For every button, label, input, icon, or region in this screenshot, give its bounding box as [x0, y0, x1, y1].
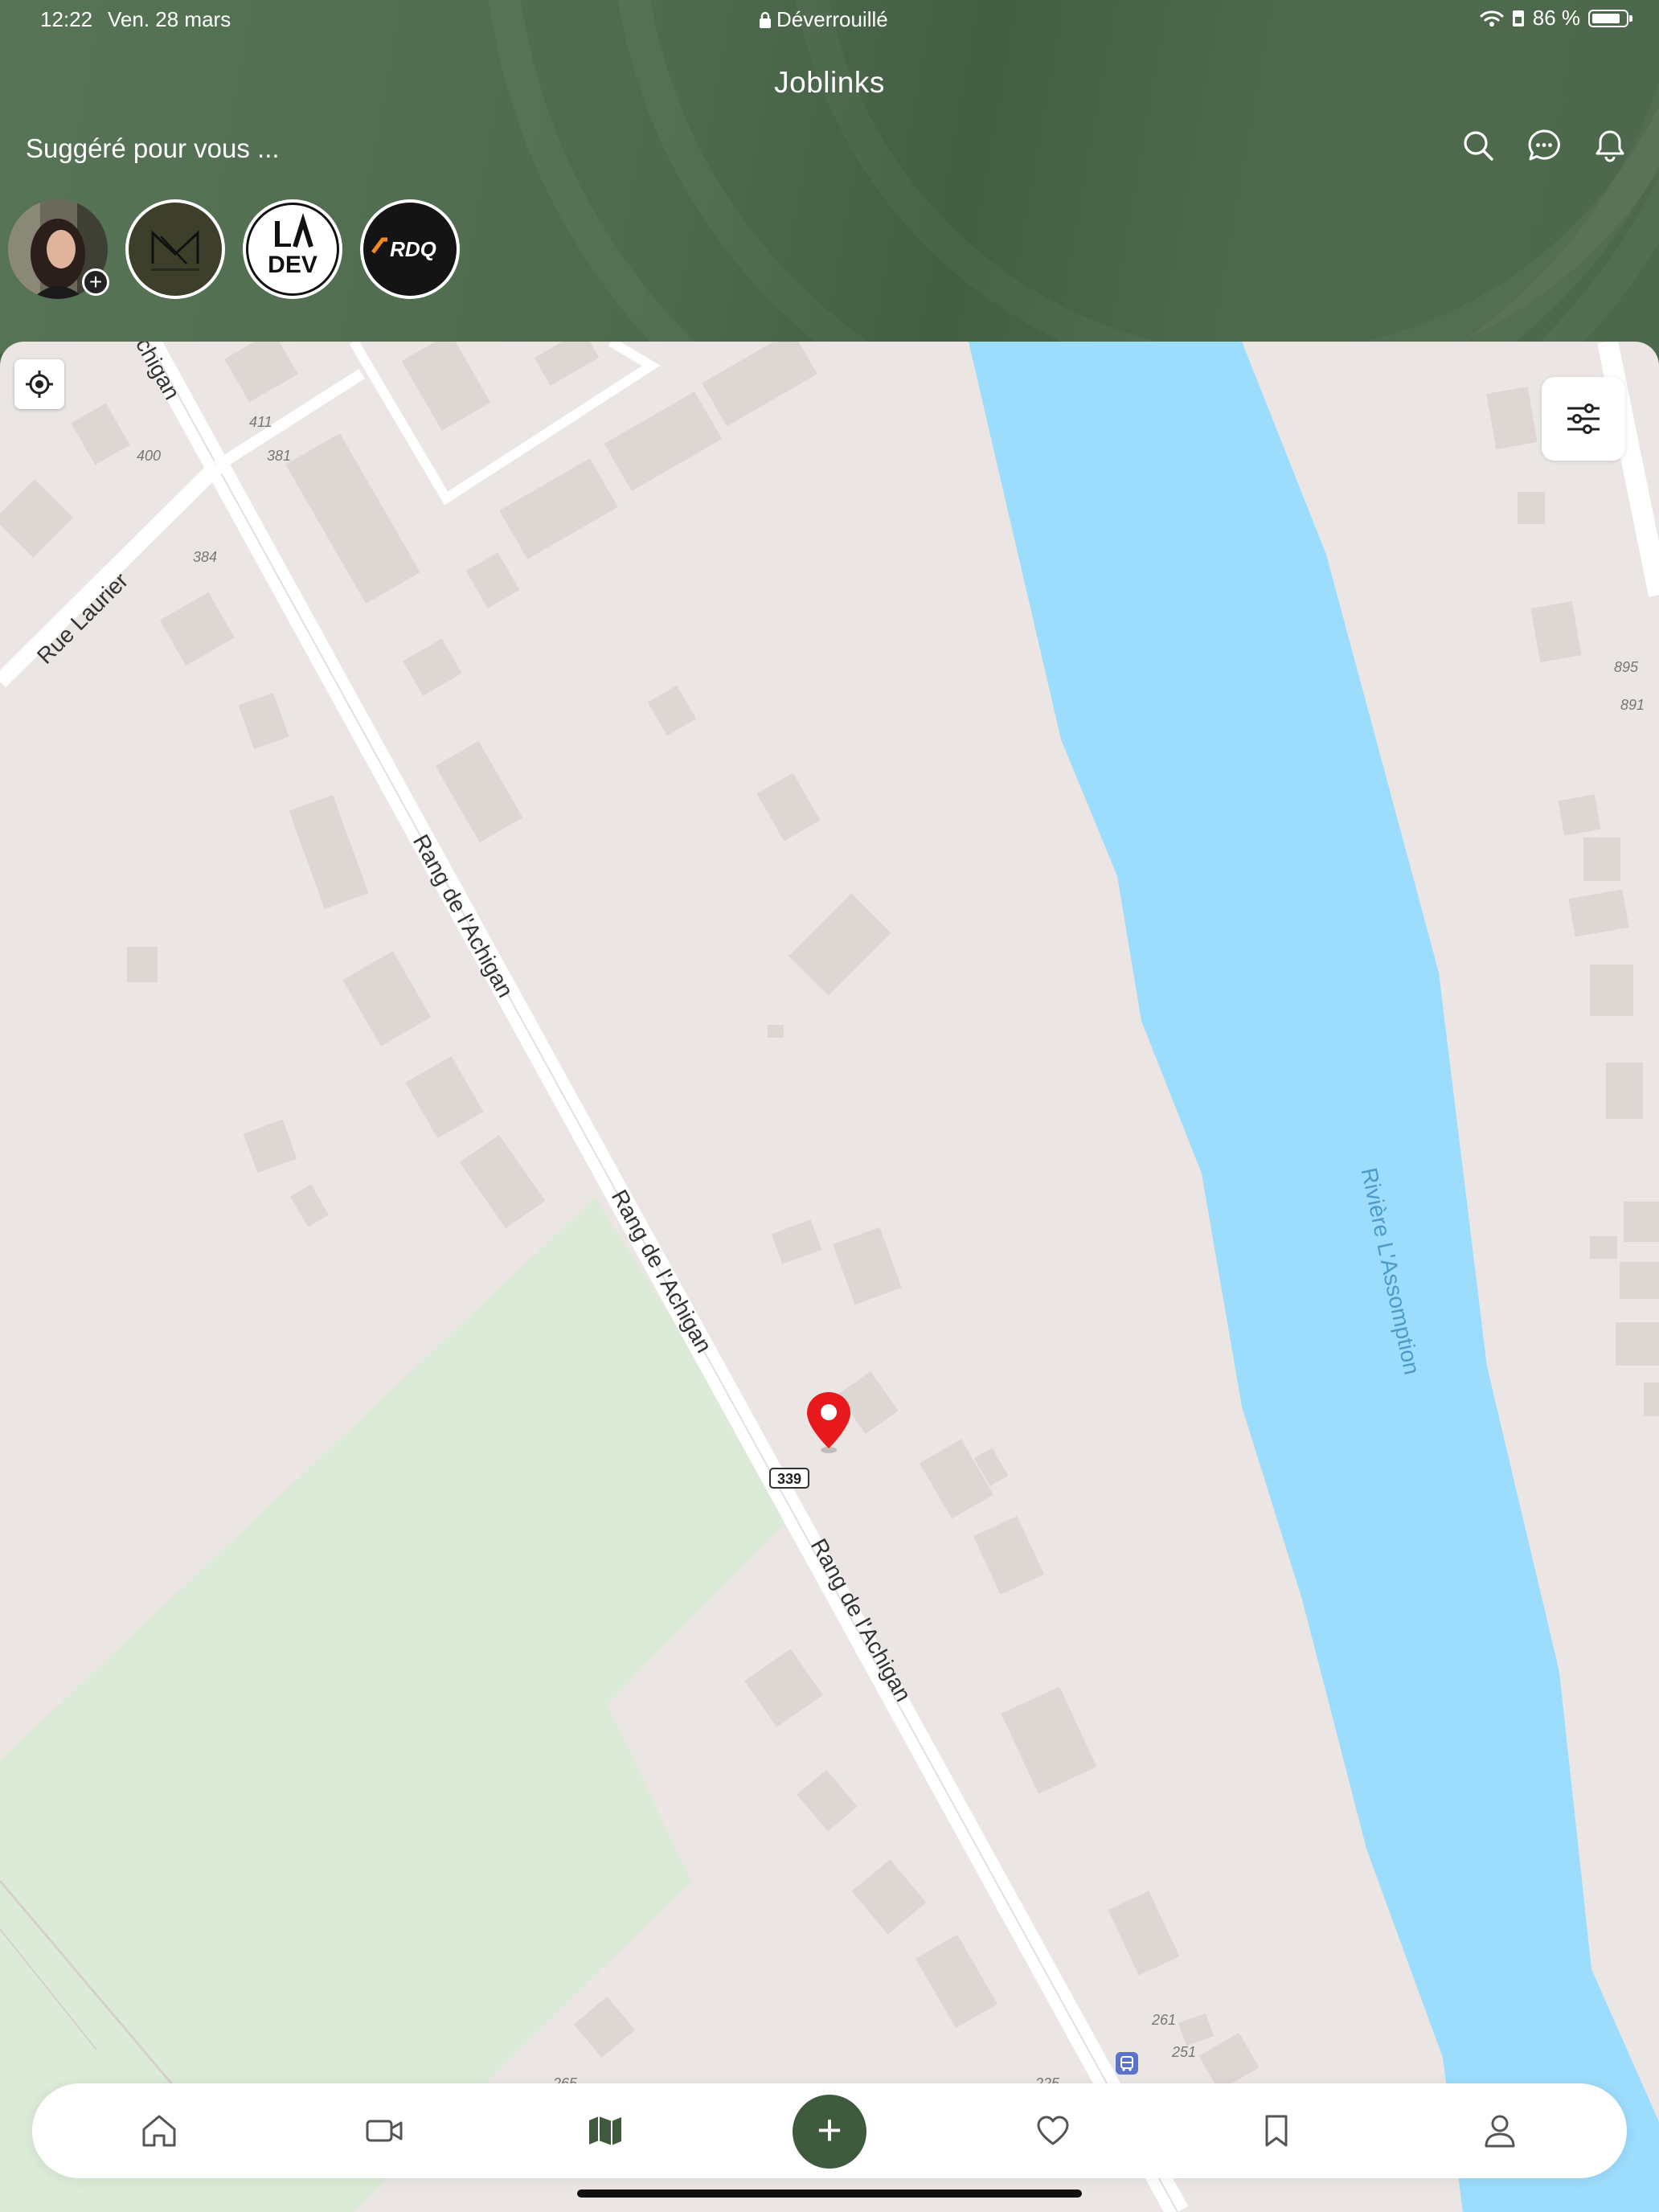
- tab-home[interactable]: [131, 2103, 187, 2159]
- home-icon: [142, 2115, 176, 2147]
- suggested-label: Suggéré pour vous ...: [26, 133, 280, 163]
- house-number: 895: [1614, 659, 1639, 675]
- battery-percent: 86 %: [1532, 6, 1580, 30]
- sim-icon: [1512, 10, 1524, 27]
- my-story[interactable]: +: [8, 199, 109, 299]
- heart-icon: [1037, 2116, 1069, 2145]
- house-number: 891: [1620, 697, 1645, 713]
- video-icon: [366, 2120, 403, 2142]
- map-icon: [589, 2116, 621, 2145]
- tab-bookmarks[interactable]: [1248, 2103, 1305, 2159]
- story-m[interactable]: [125, 199, 225, 299]
- battery-icon: [1588, 9, 1632, 27]
- status-right: 86 %: [1480, 6, 1632, 31]
- wifi-icon: [1480, 10, 1504, 27]
- search-icon[interactable]: [1461, 129, 1495, 162]
- app-header: 12:22 Ven. 28 mars Déverrouillé 86 % Job…: [0, 0, 1659, 354]
- park-area: [0, 1198, 796, 2212]
- house-number: 261: [1152, 2012, 1177, 2028]
- filter-button[interactable]: [1542, 377, 1625, 461]
- map-canvas[interactable]: [0, 342, 1659, 2212]
- ladev-text: DEV: [268, 252, 317, 278]
- house-number: 411: [249, 414, 272, 430]
- bottom-tab-bar: +: [32, 2083, 1627, 2178]
- tab-profile[interactable]: [1472, 2103, 1528, 2159]
- ladev-logo: DEV: [246, 203, 339, 296]
- stories-row: + DEV RDQ: [8, 199, 460, 299]
- locate-button[interactable]: [14, 359, 64, 409]
- bell-icon[interactable]: [1593, 129, 1627, 162]
- house-number: 251: [1172, 2044, 1197, 2060]
- tab-favorites[interactable]: [1025, 2103, 1081, 2159]
- story-ladev[interactable]: DEV: [243, 199, 342, 299]
- house-number: 400: [137, 448, 162, 464]
- house-number: 384: [193, 549, 218, 565]
- house-number: 381: [267, 448, 292, 464]
- lock-icon: [760, 11, 771, 28]
- lock-status-label: Déverrouillé: [776, 7, 888, 31]
- profile-icon: [1485, 2115, 1515, 2148]
- home-indicator: [577, 2189, 1082, 2198]
- status-bar: 12:22 Ven. 28 mars Déverrouillé 86 %: [0, 0, 1659, 39]
- rdq-text: RDQ: [390, 237, 436, 261]
- rdq-logo: RDQ: [363, 203, 457, 296]
- add-story-icon[interactable]: +: [82, 268, 109, 296]
- m-logo: [129, 203, 222, 296]
- chat-icon[interactable]: [1527, 129, 1561, 162]
- bus-stop-icon[interactable]: [1116, 2052, 1138, 2075]
- app-title: Joblinks: [774, 66, 885, 99]
- story-rdq[interactable]: RDQ: [360, 199, 460, 299]
- status-date: Ven. 28 mars: [108, 7, 231, 31]
- header-actions: [1461, 129, 1627, 162]
- add-button[interactable]: +: [793, 2095, 866, 2169]
- tab-map[interactable]: [577, 2103, 633, 2159]
- sliders-icon: [1567, 403, 1600, 434]
- status-time: 12:22: [40, 7, 93, 31]
- location-pin-icon[interactable]: [804, 1391, 854, 1455]
- bookmark-icon: [1265, 2115, 1288, 2147]
- lock-status: Déverrouillé: [759, 7, 888, 32]
- route-shield: 339: [769, 1468, 809, 1489]
- tab-video[interactable]: [356, 2103, 412, 2159]
- locate-icon: [26, 371, 53, 398]
- map-view[interactable]: chigan Rue Laurier Rang de l'Achigan Ran…: [0, 342, 1659, 2212]
